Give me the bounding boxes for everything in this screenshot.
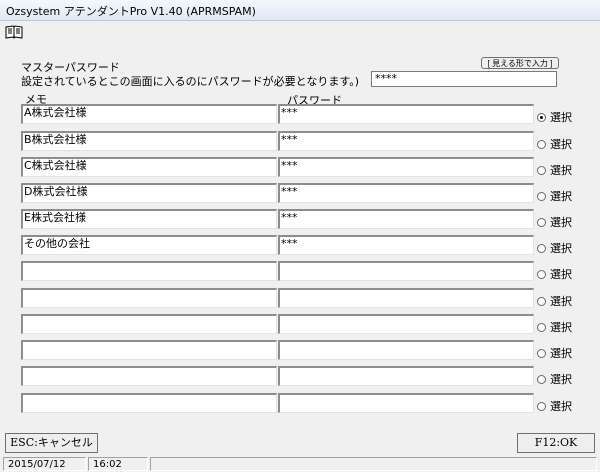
password-field[interactable] xyxy=(278,366,534,386)
select-label: 選択 xyxy=(550,242,572,255)
radio-button-icon[interactable] xyxy=(537,348,546,358)
select-label: 選択 xyxy=(550,347,572,360)
select-radio[interactable]: 選択 xyxy=(537,267,572,281)
radio-button-icon[interactable] xyxy=(537,401,546,411)
select-radio[interactable]: 選択 xyxy=(537,294,572,308)
select-label: 選択 xyxy=(550,164,572,177)
password-field[interactable]: *** xyxy=(278,157,534,177)
radio-button-icon[interactable] xyxy=(537,374,546,384)
select-radio[interactable]: 選択 xyxy=(537,137,572,151)
select-radio[interactable]: 選択 xyxy=(537,346,572,360)
password-field[interactable]: *** xyxy=(278,209,534,229)
select-radio[interactable]: 選択 xyxy=(537,163,572,177)
memo-field[interactable]: C株式会社様 xyxy=(21,157,277,177)
radio-button-icon[interactable] xyxy=(537,217,546,227)
title-bar: Ozsystem アテンダントPro V1.40 (APRMSPAM) xyxy=(0,0,600,21)
status-panel xyxy=(150,457,597,471)
status-time: 16:02 xyxy=(88,457,148,471)
select-radio[interactable]: 選択 xyxy=(537,110,572,124)
select-radio[interactable]: 選択 xyxy=(537,320,572,334)
memo-field[interactable]: A株式会社様 xyxy=(21,104,277,124)
radio-button-icon[interactable] xyxy=(537,165,546,175)
radio-button-icon[interactable] xyxy=(537,269,546,279)
select-label: 選択 xyxy=(550,216,572,229)
status-bar: 2015/07/12 16:02 xyxy=(0,456,600,472)
select-label: 選択 xyxy=(550,268,572,281)
password-field[interactable] xyxy=(278,393,534,413)
select-label: 選択 xyxy=(550,321,572,334)
memo-field[interactable] xyxy=(21,314,277,334)
select-label: 選択 xyxy=(550,295,572,308)
radio-button-icon[interactable] xyxy=(537,296,546,306)
password-field[interactable]: *** xyxy=(278,183,534,203)
memo-field[interactable] xyxy=(21,366,277,386)
password-field[interactable]: *** xyxy=(278,104,534,124)
master-password-input[interactable]: **** xyxy=(371,71,557,87)
select-label: 選択 xyxy=(550,190,572,203)
radio-button-icon[interactable] xyxy=(537,139,546,149)
cancel-button[interactable]: ESC:キャンセル xyxy=(5,433,98,453)
radio-button-icon[interactable] xyxy=(537,243,546,253)
select-radio[interactable]: 選択 xyxy=(537,372,572,386)
select-label: 選択 xyxy=(550,111,572,124)
radio-button-icon[interactable] xyxy=(537,191,546,201)
password-field[interactable]: *** xyxy=(278,235,534,255)
master-password-description: 設定されているとこの画面に入るのにパスワードが必要となります。) xyxy=(21,75,360,88)
select-label: 選択 xyxy=(550,400,572,413)
memo-field[interactable] xyxy=(21,261,277,281)
select-label: 選択 xyxy=(550,138,572,151)
radio-button-icon[interactable] xyxy=(537,112,546,122)
password-field[interactable] xyxy=(278,288,534,308)
select-radio[interactable]: 選択 xyxy=(537,399,572,413)
select-radio[interactable]: 選択 xyxy=(537,215,572,229)
select-radio[interactable]: 選択 xyxy=(537,189,572,203)
memo-field[interactable]: E株式会社様 xyxy=(21,209,277,229)
memo-field[interactable] xyxy=(21,288,277,308)
memo-field[interactable] xyxy=(21,340,277,360)
password-field[interactable]: *** xyxy=(278,131,534,151)
memo-field[interactable]: D株式会社様 xyxy=(21,183,277,203)
memo-field[interactable]: その他の会社 xyxy=(21,235,277,255)
select-label: 選択 xyxy=(550,373,572,386)
password-field[interactable] xyxy=(278,261,534,281)
radio-button-icon[interactable] xyxy=(537,322,546,332)
book-icon[interactable] xyxy=(5,25,23,39)
status-date: 2015/07/12 xyxy=(3,457,86,471)
window-title: Ozsystem アテンダントPro V1.40 (APRMSPAM) xyxy=(6,5,256,18)
password-field[interactable] xyxy=(278,340,534,360)
password-field[interactable] xyxy=(278,314,534,334)
memo-field[interactable]: B株式会社様 xyxy=(21,131,277,151)
select-radio[interactable]: 選択 xyxy=(537,241,572,255)
memo-field[interactable] xyxy=(21,393,277,413)
ok-button[interactable]: F12:OK xyxy=(517,433,595,453)
show-input-button[interactable]: [ 見える形で入力 ] xyxy=(481,57,559,69)
